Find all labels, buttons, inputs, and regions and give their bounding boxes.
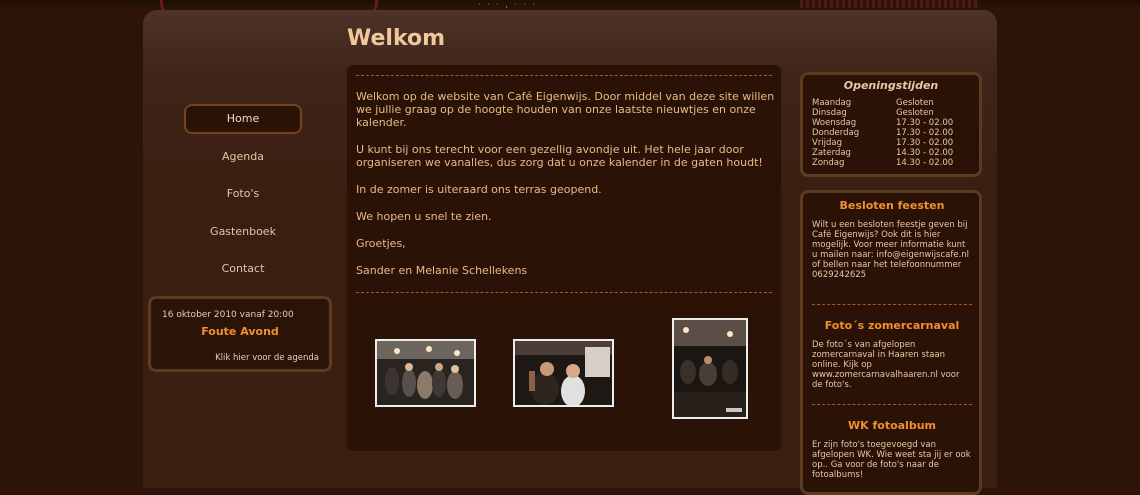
paragraph-agenda: U kunt bij ons terecht voor een gezellig…	[356, 143, 763, 169]
photo-thumbnail[interactable]	[672, 318, 748, 419]
paragraph-greeting: Groetjes,	[356, 237, 406, 250]
agenda-link[interactable]: Klik hier voor de agenda	[215, 353, 319, 363]
news-section-wk: WK fotoalbum Er zijn foto's toegevoegd v…	[812, 419, 972, 480]
nav-item-home[interactable]: Home	[184, 104, 302, 134]
opening-hours-table: Maandag Gesloten Dinsdag Gesloten Woensdag…	[812, 98, 953, 168]
header-ornament-right	[800, 0, 980, 8]
event-date: 16 oktober 2010 vanaf 20:00	[162, 310, 294, 320]
main-content: Welkom op de website van Café Eigenwijs.…	[347, 65, 781, 451]
crowd-photo-3	[674, 320, 746, 417]
hours-row: Maandag Gesloten	[812, 98, 953, 108]
news-text: De foto´s van afgelopen zomercarnaval in…	[812, 340, 960, 390]
welcome-text: Welkom op de website van Café Eigenwijs.…	[356, 90, 776, 291]
divider-top	[356, 75, 772, 76]
photo-thumbnail[interactable]	[375, 339, 476, 407]
hours-row: Woensdag 17.30 - 02.00	[812, 118, 953, 128]
news-section-besloten: Besloten feesten Wilt u een besloten fee…	[812, 199, 972, 280]
news-text: Er zijn foto's toegevoegd van afgelopen …	[812, 440, 971, 480]
news-title[interactable]: Foto´s zomercarnaval	[812, 319, 972, 332]
hours-time: 17.30 - 02.00	[896, 138, 954, 148]
hours-row: Zondag 14.30 - 02.00	[812, 158, 953, 168]
hours-row: Donderdag 17.30 - 02.00	[812, 128, 953, 138]
hours-time: 17.30 - 02.00	[896, 118, 954, 128]
news-divider	[812, 304, 972, 305]
hours-day: Zaterdag	[812, 148, 851, 158]
hours-time: 17.30 - 02.00	[896, 128, 954, 138]
hours-time: 14.30 - 02.00	[896, 158, 954, 168]
news-text: Wilt u een besloten feestje geven bij Ca…	[812, 220, 970, 280]
hours-time: 14.30 - 02.00	[896, 148, 954, 158]
hours-day: Zondag	[812, 158, 845, 168]
page-title: Welkom	[347, 26, 446, 51]
hours-day: Dinsdag	[812, 108, 847, 118]
event-box: 16 oktober 2010 vanaf 20:00 Foute Avond …	[148, 296, 332, 372]
nav-item-agenda[interactable]: Agenda	[184, 142, 302, 172]
paragraph-intro: Welkom op de website van Café Eigenwijs.…	[356, 90, 775, 129]
hours-day: Donderdag	[812, 128, 860, 138]
crowd-photo-1	[377, 341, 474, 405]
hours-row: Zaterdag 14.30 - 02.00	[812, 148, 953, 158]
paragraph-see-you: We hopen u snel te zien.	[356, 210, 492, 223]
photo-thumbnail[interactable]	[513, 339, 614, 407]
hours-time: Gesloten	[896, 108, 934, 118]
hours-row: Dinsdag Gesloten	[812, 108, 953, 118]
paragraph-signature: Sander en Melanie Schellekens	[356, 264, 528, 277]
hours-day: Woensdag	[812, 118, 857, 128]
news-divider	[812, 404, 972, 405]
opening-hours-box: Openingstijden Maandag Gesloten Dinsdag Ge…	[800, 72, 982, 177]
crowd-photo-2	[515, 341, 612, 405]
news-title[interactable]: WK fotoalbum	[812, 419, 972, 432]
main-nav: Home Agenda Foto's Gastenboek Contact	[184, 104, 302, 292]
news-title[interactable]: Besloten feesten	[812, 199, 972, 212]
nav-item-contact[interactable]: Contact	[184, 254, 302, 284]
news-box: Besloten feesten Wilt u een besloten fee…	[800, 190, 982, 495]
paragraph-terrace: In de zomer is uiteraard ons terras geop…	[356, 183, 602, 196]
nav-item-fotos[interactable]: Foto's	[184, 179, 302, 209]
hours-row: Vrijdag 17.30 - 02.00	[812, 138, 953, 148]
event-title[interactable]: Foute Avond	[151, 325, 329, 338]
news-section-zomercarnaval: Foto´s zomercarnaval De foto´s van afgel…	[812, 319, 972, 390]
hours-time: Gesloten	[896, 98, 934, 108]
header-ornament-dots: · · · , · · ·	[478, 0, 538, 9]
nav-item-gastenboek[interactable]: Gastenboek	[184, 217, 302, 247]
hours-day: Vrijdag	[812, 138, 843, 148]
opening-hours-title: Openingstijden	[843, 79, 939, 92]
hours-day: Maandag	[812, 98, 852, 108]
divider-bottom	[356, 292, 772, 293]
